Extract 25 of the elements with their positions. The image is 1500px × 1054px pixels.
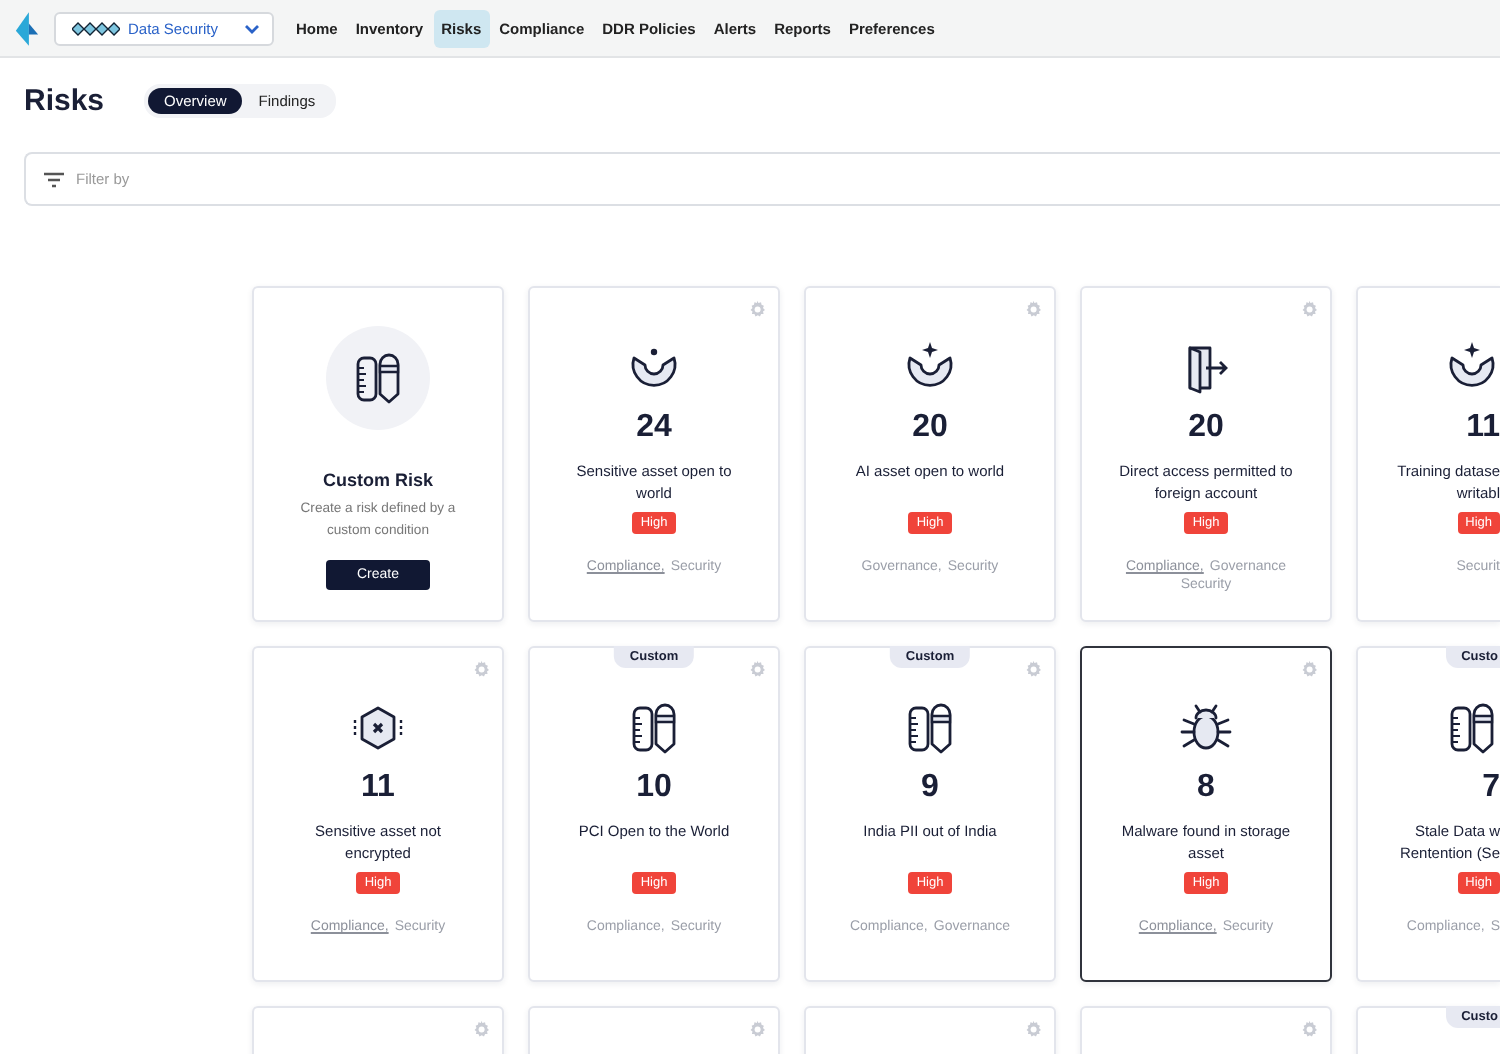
risk-count: 7 <box>1482 770 1500 806</box>
settings-icon[interactable] <box>1024 660 1042 678</box>
page-title: Risks <box>24 83 105 117</box>
settings-icon[interactable] <box>748 300 766 318</box>
risk-count: 9 <box>921 770 939 806</box>
risk-count: 20 <box>912 410 948 446</box>
risk-count: 11 <box>1466 410 1500 446</box>
risk-count: 10 <box>636 770 672 806</box>
settings-icon[interactable] <box>748 1020 766 1038</box>
settings-icon[interactable] <box>1300 300 1318 318</box>
settings-icon[interactable] <box>1300 660 1318 678</box>
risk-count: 8 <box>1197 770 1215 806</box>
app-logo-icon[interactable] <box>14 11 40 45</box>
risk-count: 11 <box>361 770 395 806</box>
settings-icon[interactable] <box>748 660 766 678</box>
settings-icon[interactable] <box>1300 1020 1318 1038</box>
workspace-logo-icon <box>72 21 120 35</box>
settings-icon[interactable] <box>472 1020 490 1038</box>
settings-icon[interactable] <box>1024 1020 1042 1038</box>
risk-count: 24 <box>636 410 672 446</box>
card-title: Custom Risk <box>322 470 433 490</box>
chevron-down-icon <box>244 23 260 33</box>
risk-count: 20 <box>1188 410 1224 446</box>
settings-icon[interactable] <box>1024 300 1042 318</box>
settings-icon[interactable] <box>472 660 490 678</box>
